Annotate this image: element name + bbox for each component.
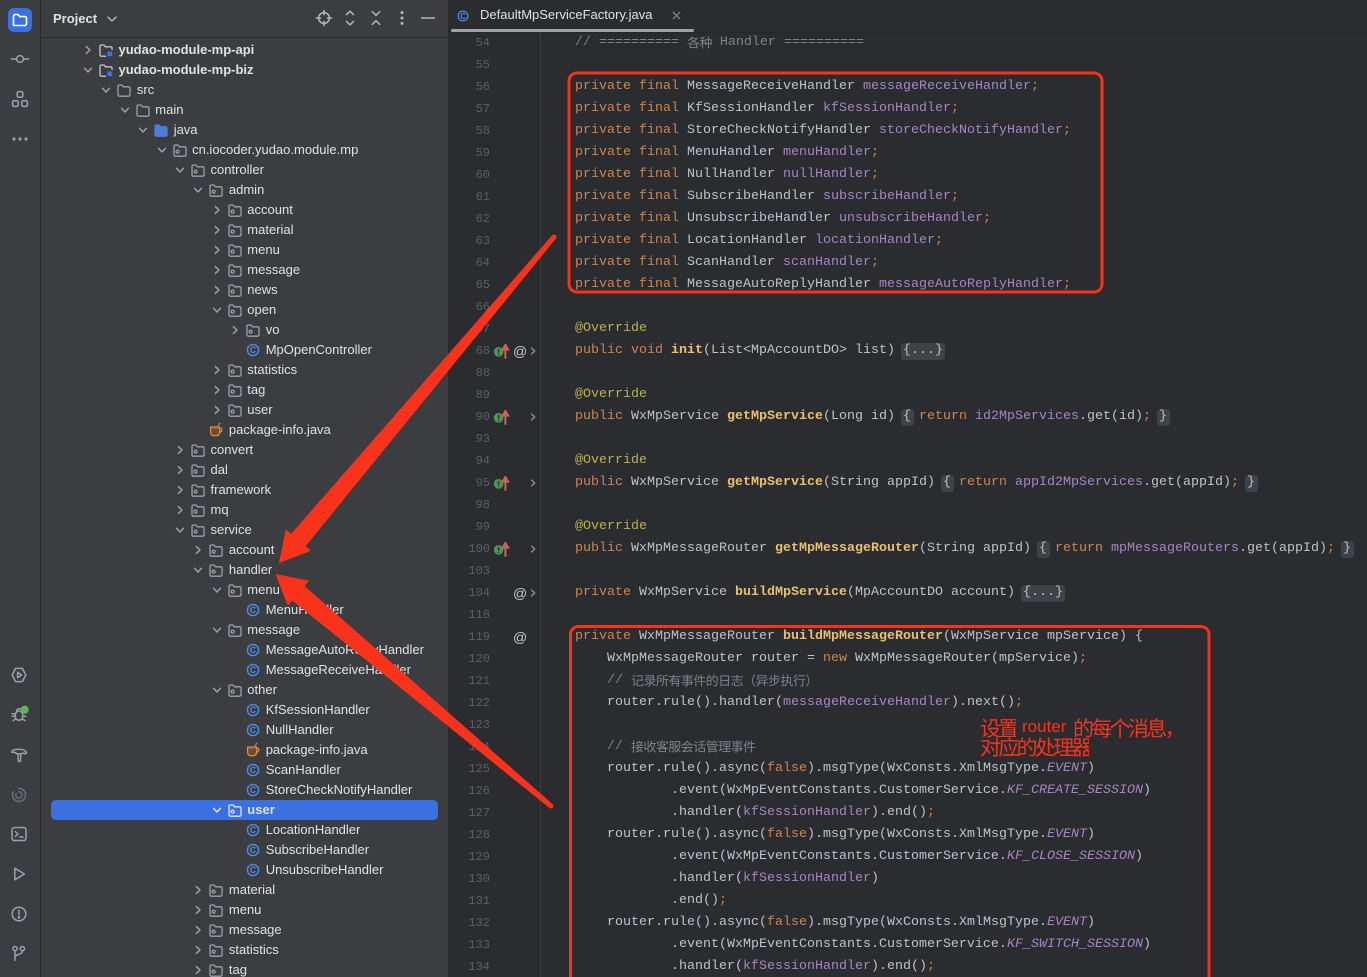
- svg-text:C: C: [250, 705, 257, 715]
- svg-text:C: C: [250, 665, 257, 675]
- svg-text:C: C: [250, 345, 257, 355]
- svg-text:C: C: [250, 825, 257, 835]
- svg-text:C: C: [250, 645, 257, 655]
- svg-text:C: C: [250, 785, 257, 795]
- svg-text:C: C: [250, 605, 257, 615]
- svg-text:C: C: [250, 765, 257, 775]
- svg-text:C: C: [250, 845, 257, 855]
- svg-text:C: C: [250, 865, 257, 875]
- svg-text:C: C: [250, 725, 257, 735]
- svg-text:C: C: [460, 12, 466, 21]
